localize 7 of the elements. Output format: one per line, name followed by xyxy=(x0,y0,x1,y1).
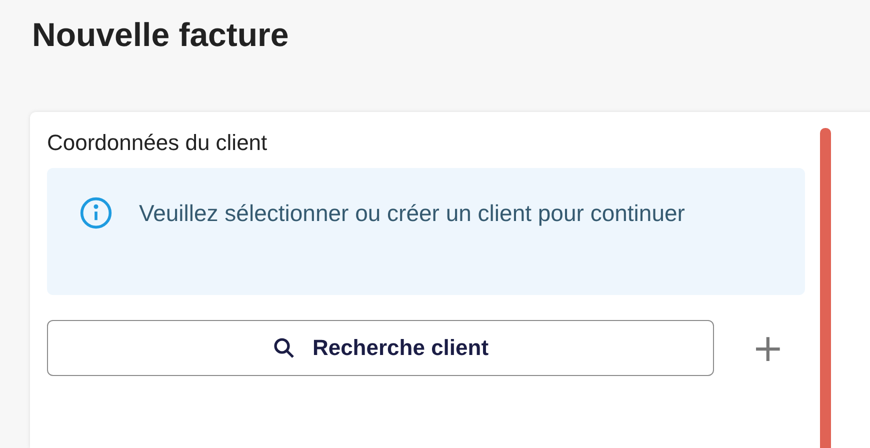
card-title: Coordonnées du client xyxy=(47,129,268,157)
info-message: Veuillez sélectionner ou créer un client pour continuer xyxy=(139,199,686,228)
add-client-button[interactable]: + xyxy=(752,328,784,368)
client-search-button[interactable]: Recherche client xyxy=(47,320,714,376)
page-title: Nouvelle facture xyxy=(32,15,290,55)
search-icon xyxy=(272,336,296,360)
info-icon xyxy=(79,196,113,230)
